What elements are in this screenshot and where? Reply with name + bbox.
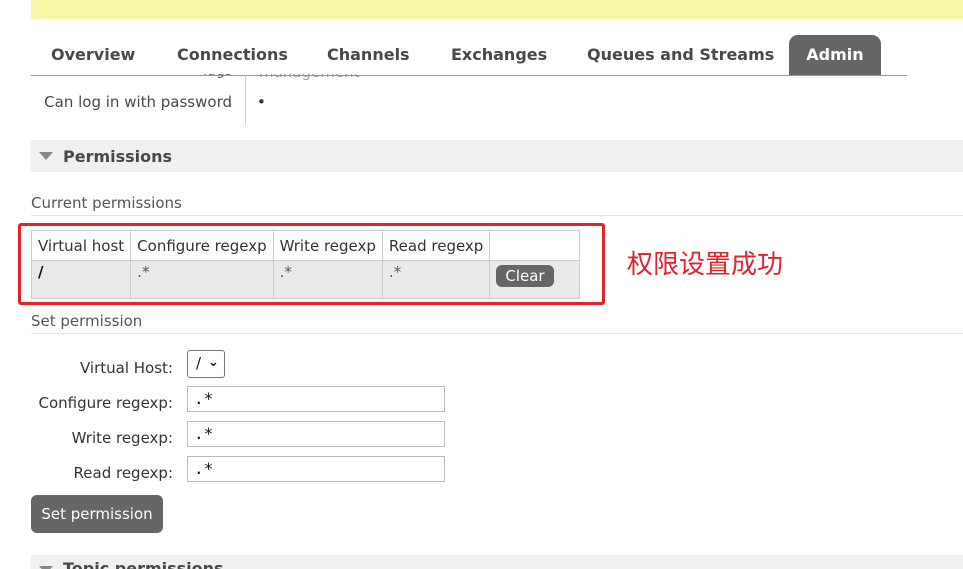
collapse-triangle-icon — [39, 152, 53, 160]
tab-admin[interactable]: Admin — [789, 35, 881, 75]
current-permissions-heading: Current permissions — [31, 194, 963, 216]
permissions-section-title: Permissions — [63, 147, 173, 166]
topic-permissions-section-title: Topic permissions — [63, 559, 224, 569]
topic-permissions-section-header[interactable]: Topic permissions — [31, 555, 963, 569]
tab-exchanges[interactable]: Exchanges — [451, 35, 547, 74]
chevron-down-icon: ⌄ — [208, 355, 219, 370]
success-annotation: 权限设置成功 — [627, 250, 784, 280]
read-regexp-input[interactable]: .* — [187, 456, 445, 482]
virtual-host-select[interactable]: / ⌄ — [187, 350, 225, 378]
write-regexp-label: Write regexp: — [71, 429, 173, 447]
login-with-password-label: Can log in with password — [44, 93, 232, 111]
write-regexp-input[interactable]: .* — [187, 421, 445, 447]
set-permission-button[interactable]: Set permission — [31, 495, 163, 533]
tab-connections[interactable]: Connections — [177, 35, 288, 74]
permissions-section-header[interactable]: Permissions — [31, 140, 963, 172]
virtual-host-label: Virtual Host: — [80, 359, 173, 377]
tab-overview[interactable]: Overview — [51, 35, 135, 74]
configure-regexp-input[interactable]: .* — [187, 386, 445, 412]
highlight-box — [18, 223, 605, 305]
tab-channels[interactable]: Channels — [327, 35, 410, 74]
login-with-password-value: • — [257, 93, 266, 111]
configure-regexp-label: Configure regexp: — [38, 394, 173, 412]
read-regexp-label: Read regexp: — [73, 464, 173, 482]
tab-queues-and-streams[interactable]: Queues and Streams — [587, 35, 774, 74]
user-overview: Tags management Can log in with password… — [31, 74, 963, 125]
notice-banner — [31, 0, 963, 19]
set-permission-heading: Set permission — [31, 312, 963, 334]
main-nav-tabs: Overview Connections Channels Exchanges … — [31, 35, 907, 76]
virtual-host-selected-value: / — [196, 354, 202, 372]
overview-divider — [245, 75, 246, 125]
